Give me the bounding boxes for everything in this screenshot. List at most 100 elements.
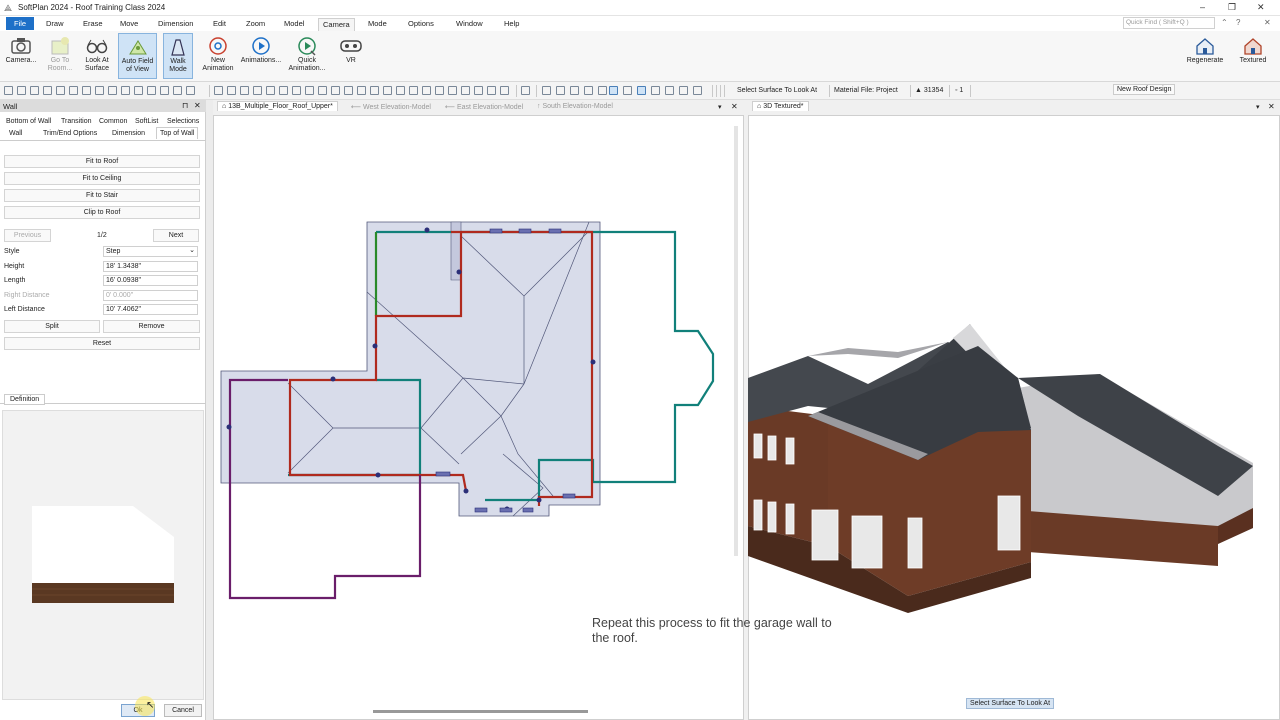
fit-to-ceiling-button[interactable]: Fit to Ceiling (4, 172, 200, 185)
height-field[interactable]: 18' 1.3438" (103, 261, 198, 272)
remove-button[interactable]: Remove (103, 320, 200, 333)
tab-top-of-wall[interactable]: Top of Wall (156, 127, 199, 139)
fit-to-roof-button[interactable]: Fit to Roof (4, 155, 200, 168)
menu-help[interactable]: Help (500, 18, 523, 31)
pin-icon[interactable]: ⊓ (182, 101, 188, 110)
toolbar-tool-icon[interactable] (56, 86, 65, 95)
menu-model[interactable]: Model (280, 18, 308, 31)
menu-file[interactable]: File (6, 17, 35, 30)
minimize-icon[interactable]: – (1200, 2, 1205, 12)
toolbar-tool-icon[interactable] (95, 86, 104, 95)
toolbar-toggle-icon[interactable] (609, 86, 618, 95)
toolbar-toggle-icon[interactable] (637, 86, 646, 95)
walk-mode-button[interactable]: Walk Mode (163, 33, 193, 79)
reset-button[interactable]: Reset (4, 337, 200, 350)
toolbar-tool-icon[interactable] (147, 86, 156, 95)
length-field[interactable]: 16' 0.0938" (103, 275, 198, 286)
clip-to-roof-button[interactable]: Clip to Roof (4, 206, 200, 219)
style-select[interactable]: Step ⌄ (103, 246, 198, 257)
toolbar-tool-icon[interactable] (279, 86, 288, 95)
toolbar-tool-icon[interactable] (240, 86, 249, 95)
camera-button[interactable]: Camera... (4, 33, 38, 79)
toolbar-tool-icon[interactable] (435, 86, 444, 95)
menu-erase[interactable]: Erase (79, 18, 107, 31)
toolbar-toggle-icon[interactable] (623, 86, 632, 95)
toolbar-tool-icon[interactable] (30, 86, 39, 95)
menu-draw[interactable]: Draw (42, 18, 68, 31)
tab-menu-icon[interactable]: ▾ (1256, 103, 1260, 111)
toolbar-tool-icon[interactable] (461, 86, 470, 95)
new-animation-button[interactable]: New Animation (199, 33, 237, 79)
ribbon-collapse-icon[interactable]: ⌃ (1221, 18, 1228, 27)
toolbar-tool-icon[interactable] (227, 86, 236, 95)
regenerate-button[interactable]: Regenerate (1183, 33, 1227, 79)
right-distance-field[interactable]: 0' 0.000" (103, 290, 198, 301)
menu-window[interactable]: Window (452, 18, 487, 31)
toolbar-tool-icon[interactable] (344, 86, 353, 95)
tab-upper-roof-plan[interactable]: ⌂ 13B_Multiple_Floor_Roof_Upper* (217, 101, 338, 111)
next-button[interactable]: Next (153, 229, 199, 242)
menu-mode[interactable]: Mode (364, 18, 391, 31)
toolbar-tool-icon[interactable] (521, 86, 530, 95)
toolbar-tool-icon[interactable] (409, 86, 418, 95)
toolbar-tool-icon[interactable] (448, 86, 457, 95)
toolbar-tool-icon[interactable] (584, 86, 593, 95)
tab-transition[interactable]: Transition (61, 118, 91, 125)
tab-bottom-of-wall[interactable]: Bottom of Wall (6, 118, 51, 125)
tab-definition[interactable]: Definition (4, 394, 46, 405)
new-roof-design-button[interactable]: New Roof Design (1113, 84, 1176, 95)
maximize-icon[interactable]: ❐ (1228, 2, 1236, 13)
toolbar-tool-icon[interactable] (693, 86, 702, 95)
menu-zoom[interactable]: Zoom (242, 18, 269, 31)
toolbar-tool-icon[interactable] (487, 86, 496, 95)
toolbar-tool-icon[interactable] (292, 86, 301, 95)
toolbar-tool-icon[interactable] (121, 86, 130, 95)
toolbar-tool-icon[interactable] (43, 86, 52, 95)
toolbar-tool-icon[interactable] (318, 86, 327, 95)
toolbar-tool-icon[interactable] (422, 86, 431, 95)
tab-south-elevation[interactable]: ↑ South Elevation-Model (537, 103, 613, 110)
toolbar-tool-icon[interactable] (651, 86, 660, 95)
toolbar-tool-icon[interactable] (214, 86, 223, 95)
vr-button[interactable]: VR (336, 33, 366, 79)
toolbar-tool-icon[interactable] (556, 86, 565, 95)
tab-trim-end-options[interactable]: Trim/End Options (43, 130, 97, 137)
tab-selections[interactable]: Selections (167, 118, 199, 125)
tab-east-elevation[interactable]: ⟵ East Elevation-Model (445, 103, 523, 111)
menu-camera[interactable]: Camera (318, 18, 355, 31)
toolbar-tool-icon[interactable] (266, 86, 275, 95)
look-at-surface-button[interactable]: Look At Surface (81, 33, 113, 79)
left-distance-field[interactable]: 10' 7.4062" (103, 304, 198, 315)
toolbar-tool-icon[interactable] (383, 86, 392, 95)
quick-find-input[interactable]: Quick Find ( Shift+Q ) (1123, 17, 1215, 29)
view-close-icon[interactable]: ✕ (1268, 102, 1275, 111)
toolbar-tool-icon[interactable] (598, 86, 607, 95)
toolbar-tool-icon[interactable] (331, 86, 340, 95)
help-icon[interactable]: ? (1236, 18, 1240, 27)
tab-wall[interactable]: Wall (9, 130, 22, 137)
doc-close-icon[interactable]: ✕ (1264, 18, 1271, 27)
fit-to-stair-button[interactable]: Fit to Stair (4, 189, 200, 202)
toolbar-tool-icon[interactable] (186, 86, 195, 95)
panel-close-icon[interactable]: ✕ (194, 101, 201, 110)
toolbar-tool-icon[interactable] (305, 86, 314, 95)
close-icon[interactable]: ✕ (1257, 2, 1265, 13)
quick-animation-button[interactable]: Quick Animation... (286, 33, 328, 79)
previous-button[interactable]: Previous (4, 229, 51, 242)
toolbar-tool-icon[interactable] (82, 86, 91, 95)
toolbar-tool-icon[interactable] (542, 86, 551, 95)
toolbar-tool-icon[interactable] (679, 86, 688, 95)
tab-3d-textured[interactable]: ⌂ 3D Textured* (752, 101, 809, 111)
cancel-button[interactable]: Cancel (164, 704, 202, 717)
toolbar-tool-icon[interactable] (570, 86, 579, 95)
menu-dimension[interactable]: Dimension (154, 18, 197, 31)
split-button[interactable]: Split (4, 320, 100, 333)
toolbar-tool-icon[interactable] (370, 86, 379, 95)
toolbar-tool-icon[interactable] (500, 86, 509, 95)
textured-button[interactable]: Textured (1234, 33, 1272, 79)
toolbar-tool-icon[interactable] (396, 86, 405, 95)
view-close-icon[interactable]: ✕ (731, 102, 738, 111)
toolbar-tool-icon[interactable] (108, 86, 117, 95)
menu-options[interactable]: Options (404, 18, 438, 31)
tab-common[interactable]: Common (99, 118, 127, 125)
